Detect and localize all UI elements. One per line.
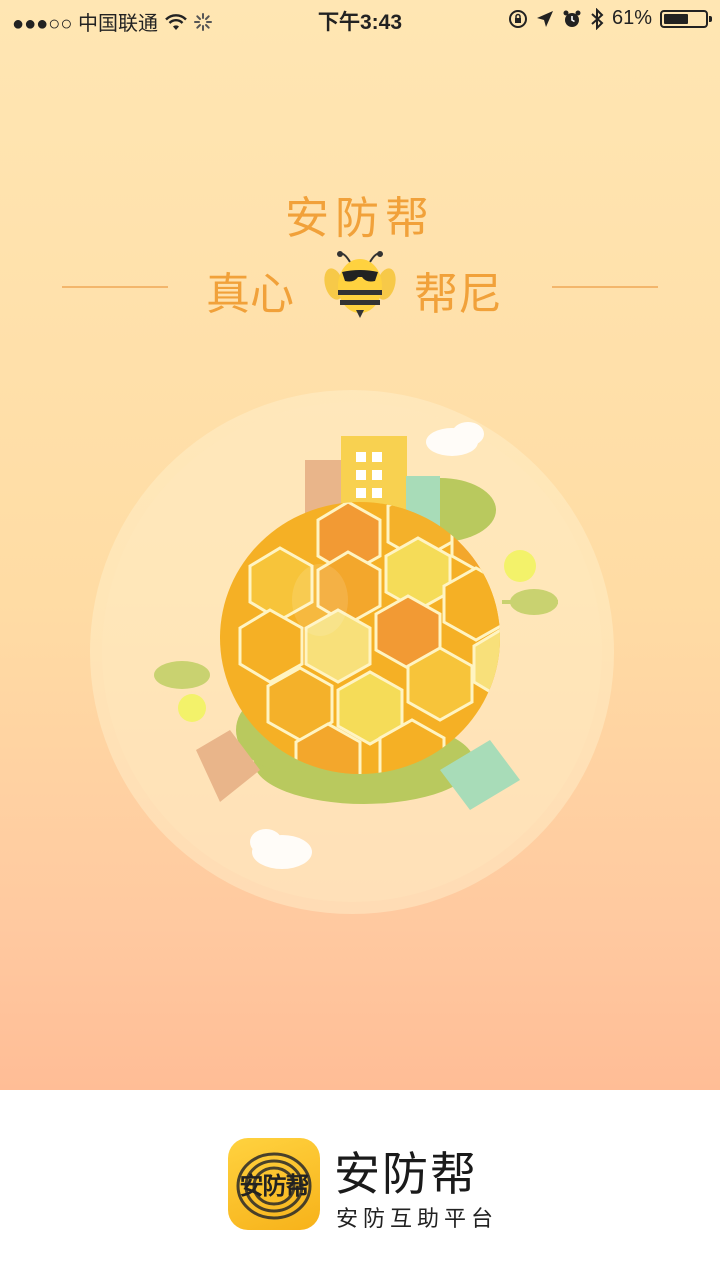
slogan-row: 真心 帮尼 [0, 250, 720, 320]
status-bar: ●●●○○ 中国联通 下午3:43 61% [0, 0, 720, 38]
honeycomb-globe-illustration [90, 390, 614, 914]
slogan-divider-left [62, 286, 168, 288]
slogan-divider-right [552, 286, 658, 288]
app-title: 安防帮 [285, 193, 435, 244]
status-right: 61% [508, 7, 712, 30]
battery-icon [660, 9, 712, 28]
rotation-lock-icon [508, 9, 527, 28]
alarm-icon [563, 10, 581, 27]
brand-name: 安防帮 [334, 1147, 478, 1201]
bee-mascot-icon [324, 251, 396, 318]
battery-fill [664, 13, 689, 24]
slogan-right-text: 帮尼 [414, 269, 502, 320]
location-arrow-icon [536, 10, 553, 27]
bluetooth-icon [591, 7, 604, 30]
slogan-left-text: 真心 [206, 269, 294, 320]
battery-percent: 61% [611, 7, 652, 29]
logo-text: 安防帮 [239, 1172, 310, 1200]
brand-tagline: 安防互助平台 [336, 1207, 499, 1232]
